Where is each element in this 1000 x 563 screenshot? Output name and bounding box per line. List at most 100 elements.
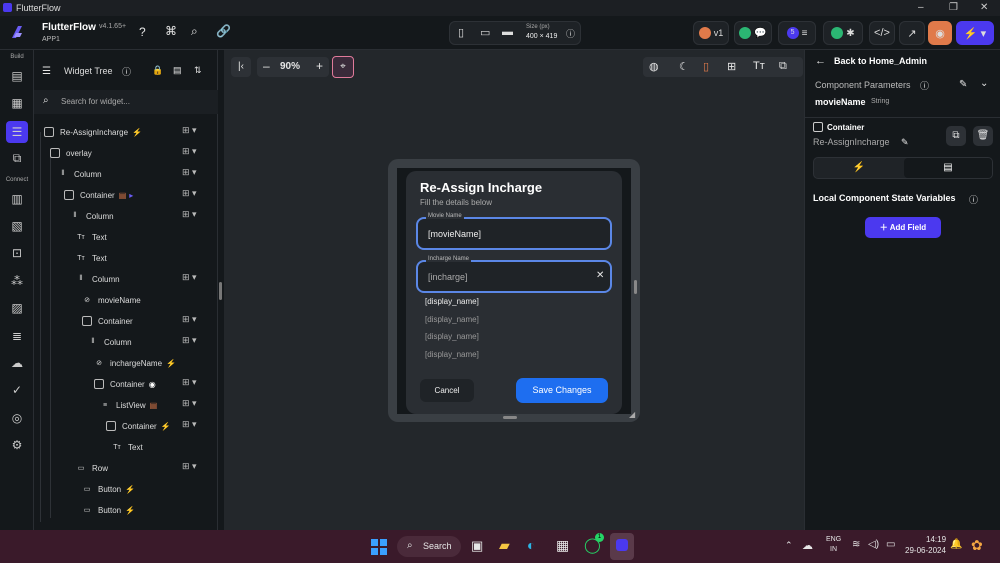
pages-icon[interactable]: ▤ [8,67,26,85]
clear-icon[interactable]: ✕ [596,270,604,281]
volume-icon[interactable]: ◁) [868,539,879,550]
edge-browser-icon[interactable]: ◐ [527,537,535,553]
tree-item-moviename[interactable]: ⊘ movieName [82,292,141,308]
run-button[interactable]: ⚡ ▾ [956,21,994,45]
tree-item-column[interactable]: ⫴ Column [88,334,132,350]
widget-search-box[interactable]: ⌕ Search for widget... [34,90,218,114]
store-icon[interactable]: ▦ [556,537,569,554]
tree-item-listview[interactable]: ≡ ListView ▤ [100,397,157,413]
add-widget-icon[interactable]: ⊞ ▾ [182,377,197,388]
select-widget-icon[interactable]: ⌖ [332,56,354,78]
preview-button[interactable]: ◉ [928,21,952,45]
link-icon[interactable]: 🔗 [216,24,231,38]
help-icon[interactable]: ? [139,25,146,39]
battery-icon[interactable]: ▭ [886,539,895,550]
add-widget-icon[interactable]: ⊞ ▾ [182,461,197,472]
add-field-button[interactable]: ＋ Add Field [865,217,941,238]
add-widget-icon[interactable]: ⊞ ▾ [182,398,197,409]
incharge-option[interactable]: [display_name] [425,297,479,306]
add-widget-icon[interactable]: ⊞ ▾ [182,335,197,346]
zoom-out-icon[interactable]: – [263,59,270,73]
layout-icon[interactable]: ⧉ [779,60,787,73]
storyboard-icon[interactable]: ▦ [8,94,26,112]
widget-name[interactable]: Re-AssignIncharge [813,137,890,147]
close-icon[interactable]: ✕ [980,2,988,13]
maximize-icon[interactable]: ❐ [949,2,958,13]
settings-icon[interactable]: ⚙ [8,436,26,454]
tablet-icon[interactable]: ▭ [480,26,490,39]
add-widget-icon[interactable]: ⊞ ▾ [182,272,197,283]
movie-name-field[interactable]: Movie Name [movieName] [416,213,612,250]
tree-item-text[interactable]: Tт Text [112,439,142,455]
widget-tree-icon[interactable]: ☰ [6,121,28,143]
tests-icon[interactable]: ✓ [8,381,26,399]
incharge-option[interactable]: [display_name] [425,350,479,359]
tree-item-button[interactable]: ▭ Button ⚡ [82,481,135,497]
text-scale-icon[interactable]: Tт [753,60,765,72]
tree-item-container[interactable]: Container ◉ [94,376,156,392]
notification-bell-icon[interactable]: 🔔 [950,539,962,550]
add-widget-icon[interactable]: ⊞ ▾ [182,209,197,220]
tree-item-text[interactable]: Tт Text [76,250,106,266]
cloud-icon[interactable]: ☁ [8,354,26,372]
clock-time[interactable]: 14:19 [926,535,946,544]
components-icon[interactable]: ⧉ [8,149,26,167]
command-icon[interactable]: ⌘ [165,24,177,38]
taskbar-search[interactable]: ⌕ Search [397,536,461,557]
add-widget-icon[interactable]: ⊞ ▾ [182,314,197,325]
tree-item-re-assignincharge[interactable]: Re-AssignIncharge ⚡ [44,124,142,140]
device-resize-handle[interactable] [634,280,637,294]
tree-item-column[interactable]: ⫴ Column [58,166,102,182]
lock-icon[interactable]: 🔒 [152,65,163,76]
validate-debug-button[interactable]: ✱ [823,21,863,45]
tree-item-column[interactable]: ⫴ Column [70,208,114,224]
globe-icon[interactable]: ◍ [649,60,659,73]
task-view-icon[interactable]: ▣ [471,538,483,554]
branch-button[interactable]: v1 [693,21,729,45]
grid-icon[interactable]: ⊞ [727,60,736,73]
tree-item-column[interactable]: ⫴ Column [76,271,120,287]
tab-state[interactable]: ▤ [904,158,992,178]
fingerprint-icon[interactable]: ◎ [8,409,26,427]
tree-item-text[interactable]: Tт Text [76,229,106,245]
back-link[interactable]: Back to Home_Admin [834,56,927,66]
flutterflow-brand-icon[interactable] [8,23,26,41]
add-widget-icon[interactable]: ⊞ ▾ [182,146,197,157]
tree-item-row[interactable]: ▭ Row [76,460,108,476]
collapse-panel-icon[interactable]: |‹ [231,57,251,77]
database-icon[interactable]: ▥ [8,190,26,208]
tree-item-container[interactable]: Container ▤ ▸ [64,187,133,203]
incharge-option[interactable]: [display_name] [425,315,479,324]
edit-name-icon[interactable]: ✎ [901,137,909,148]
add-widget-icon[interactable]: ⊞ ▾ [182,419,197,430]
add-widget-icon[interactable]: ⊞ ▾ [182,167,197,178]
add-widget-icon[interactable]: ⊞ ▾ [182,125,197,136]
integrations-icon[interactable]: ⁂ [8,272,26,290]
language-region[interactable]: IN [830,546,837,553]
wifi-icon[interactable]: ≋ [852,539,860,550]
desktop-icon[interactable]: ▬ [502,26,513,38]
phone-icon[interactable]: ▯ [458,26,464,39]
windows-start-icon[interactable] [371,539,387,555]
project-name[interactable]: APP1 [42,36,60,43]
custom-code-icon[interactable]: ≣ [8,327,26,345]
edit-icon[interactable]: ✎ [959,79,967,90]
dark-mode-icon[interactable]: ☾ [679,60,689,73]
file-explorer-icon[interactable]: ▰ [499,537,510,554]
language-eng[interactable]: ENG [826,536,841,543]
flutterflow-taskbar-app[interactable] [610,533,634,560]
info-icon[interactable]: ⓘ [566,27,575,40]
checks-chat-button[interactable]: 💬 [734,21,772,45]
panel-resize-handle[interactable] [219,282,222,300]
responsive-icon[interactable]: ▯ [703,60,709,73]
minimize-icon[interactable]: – [918,2,924,13]
back-arrow-icon[interactable]: ← [815,55,826,67]
open-external-button[interactable]: ↗ [899,21,925,45]
tree-item-button[interactable]: ▭ Button ⚡ [82,502,135,518]
info-icon[interactable]: ⓘ [920,79,929,92]
tree-item-container[interactable]: Container ⚡ [106,418,171,434]
app-state-icon[interactable]: ▧ [8,217,26,235]
tree-item-container[interactable]: Container [82,313,133,329]
api-icon[interactable]: ⊡ [8,244,26,262]
incharge-name-field[interactable]: Incharge Name [incharge] ✕ [416,256,612,293]
